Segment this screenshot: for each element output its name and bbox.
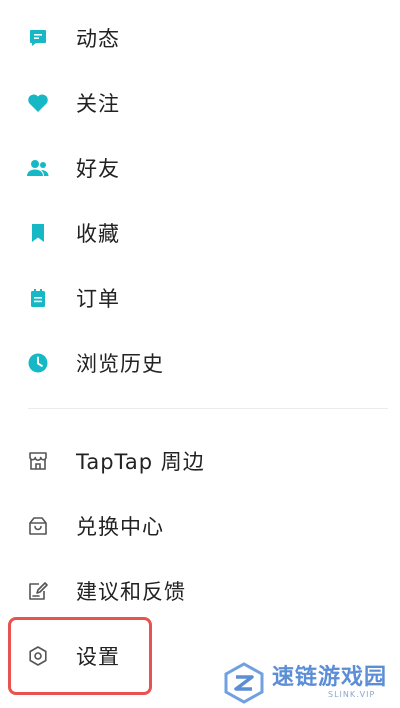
menu-item-label: 动态 — [76, 27, 120, 51]
menu-item-label: 建议和反馈 — [76, 580, 186, 604]
menu-item-following[interactable]: 关注 — [0, 77, 400, 129]
menu-divider — [28, 408, 388, 409]
menu-item-label: 订单 — [76, 287, 120, 311]
friends-icon — [26, 156, 50, 180]
menu-item-redeem-center[interactable]: 兑换中心 — [0, 500, 400, 552]
settings-highlight-box — [8, 617, 152, 695]
menu-item-history[interactable]: 浏览历史 — [0, 337, 400, 389]
menu-item-label: 收藏 — [76, 222, 120, 246]
menu-item-orders[interactable]: 订单 — [0, 272, 400, 324]
watermark-text: 速链游戏园 SLINK.VIP — [272, 666, 387, 700]
watermark-logo-icon — [224, 662, 264, 704]
gift-bag-icon — [26, 514, 50, 538]
heart-icon — [26, 91, 50, 115]
menu-item-label: 浏览历史 — [76, 352, 164, 376]
watermark-title: 速链游戏园 — [272, 665, 388, 690]
menu-item-label: 好友 — [76, 157, 120, 181]
menu-item-feedback[interactable]: 建议和反馈 — [0, 565, 400, 617]
menu-item-taptap-shop[interactable]: TapTap 周边 — [0, 435, 400, 487]
clock-icon — [26, 351, 50, 375]
menu-item-label: TapTap 周边 — [76, 450, 205, 474]
menu-item-feed[interactable]: 动态 — [0, 12, 400, 64]
feedback-edit-icon — [26, 579, 50, 603]
bookmark-icon — [26, 221, 50, 245]
watermark-subtitle: SLINK.VIP — [328, 690, 376, 699]
menu-item-favorites[interactable]: 收藏 — [0, 207, 400, 259]
message-square-icon — [26, 26, 50, 50]
menu-item-label: 关注 — [76, 92, 120, 116]
shop-icon — [26, 449, 50, 473]
menu-item-label: 兑换中心 — [76, 515, 164, 539]
menu-item-friends[interactable]: 好友 — [0, 142, 400, 194]
order-icon — [26, 286, 50, 310]
watermark: 速链游戏园 SLINK.VIP — [222, 660, 392, 706]
